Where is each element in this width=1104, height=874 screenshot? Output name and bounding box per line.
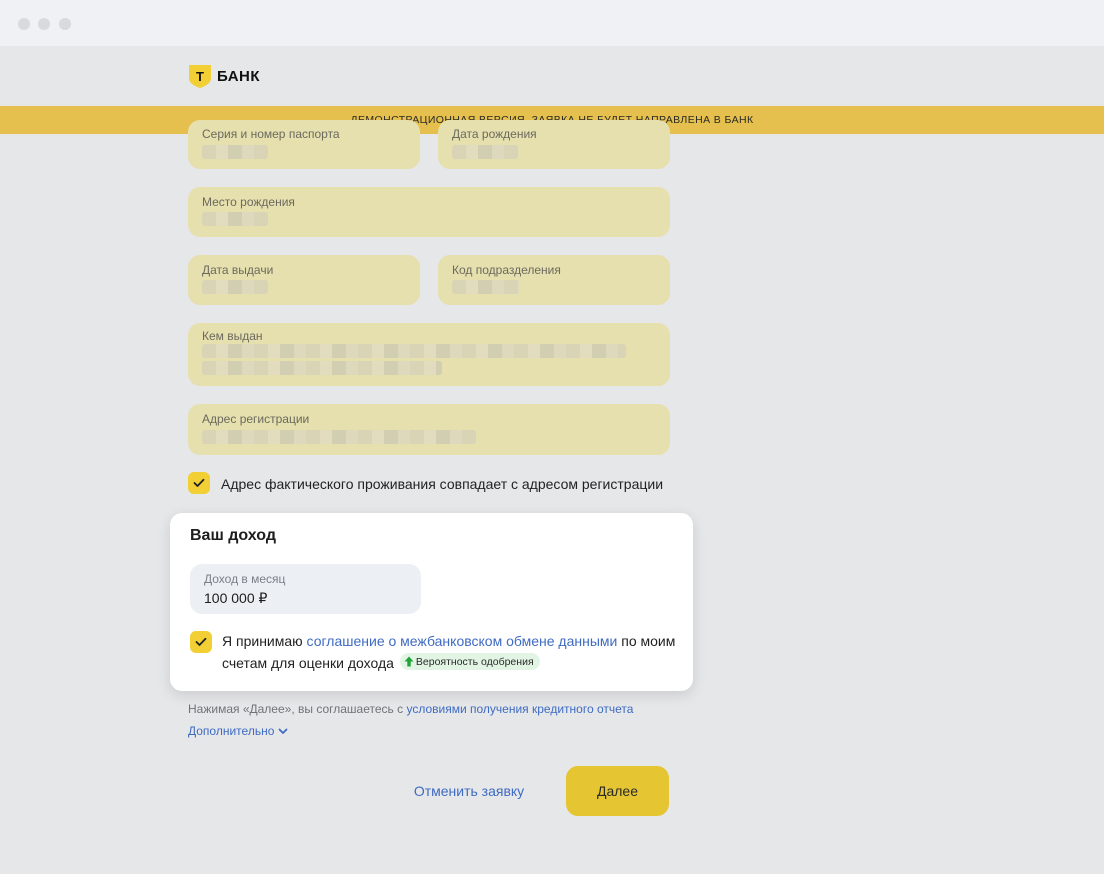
redacted-value	[452, 145, 518, 159]
redacted-value	[202, 145, 268, 159]
issued-by-label: Кем выдан	[202, 329, 263, 343]
checkmark-icon	[195, 637, 207, 646]
redacted-value	[202, 212, 268, 226]
redacted-value	[452, 280, 520, 294]
income-title: Ваш доход	[190, 527, 276, 544]
issued-by-field[interactable]: Кем выдан	[188, 323, 670, 386]
browser-chrome	[0, 0, 1104, 46]
issue-date-label: Дата выдачи	[202, 263, 274, 277]
more-label: Дополнительно	[188, 724, 275, 738]
registration-address-label: Адрес регистрации	[202, 412, 310, 426]
more-toggle[interactable]: Дополнительно	[188, 724, 288, 738]
redacted-value	[202, 280, 268, 294]
birth-place-label: Место рождения	[202, 195, 295, 209]
interbank-agreement-link[interactable]: соглашение о межбанковском обмене данным…	[307, 633, 618, 649]
checkmark-icon	[193, 478, 205, 487]
birth-date-label: Дата рождения	[452, 127, 537, 141]
issue-date-field[interactable]: Дата выдачи	[188, 255, 420, 305]
site-header: Т БАНК	[0, 46, 1104, 106]
monthly-income-label: Доход в месяц	[204, 572, 286, 586]
same-address-label: Адрес фактического проживания совпадает …	[221, 476, 664, 492]
redacted-value	[202, 344, 626, 358]
registration-address-field[interactable]: Адрес регистрации	[188, 404, 670, 455]
window-dot-minimize-icon[interactable]	[38, 18, 50, 30]
window-dot-maximize-icon[interactable]	[59, 18, 71, 30]
consent-text: Я принимаю соглашение о межбанковском об…	[222, 630, 682, 674]
arrow-up-icon	[404, 656, 414, 667]
cancel-application-button[interactable]: Отменить заявку	[398, 770, 540, 812]
approval-probability-badge: Вероятность одобрения	[399, 653, 540, 670]
bank-logo-text: БАНК	[217, 67, 261, 85]
shield-logo-icon: Т	[188, 64, 212, 88]
chevron-down-icon	[278, 728, 288, 734]
birth-date-field[interactable]: Дата рождения	[438, 120, 670, 169]
monthly-income-value: 100 000 ₽	[204, 590, 268, 606]
credit-report-note: Нажимая «Далее», вы соглашаетесь с услов…	[188, 702, 633, 716]
redacted-value	[202, 430, 476, 444]
redacted-value	[202, 361, 442, 375]
consent-checkbox[interactable]	[190, 631, 212, 653]
bank-logo[interactable]: Т БАНК	[188, 64, 260, 88]
next-button[interactable]: Далее	[566, 766, 669, 816]
consent-prefix: Я принимаю	[222, 633, 307, 649]
division-code-field[interactable]: Код подразделения	[438, 255, 670, 305]
division-code-label: Код подразделения	[452, 263, 561, 277]
income-card: Ваш доход Доход в месяц 100 000 ₽ Я прин…	[170, 513, 693, 691]
passport-series-field[interactable]: Серия и номер паспорта	[188, 120, 420, 169]
birth-place-field[interactable]: Место рождения	[188, 187, 670, 237]
passport-series-label: Серия и номер паспорта	[202, 127, 340, 141]
monthly-income-input[interactable]: Доход в месяц 100 000 ₽	[190, 564, 421, 614]
approval-probability-label: Вероятность одобрения	[415, 655, 534, 668]
window-dot-close-icon[interactable]	[18, 18, 30, 30]
credit-report-terms-link[interactable]: условиями получения кредитного отчета	[406, 702, 633, 716]
note-prefix: Нажимая «Далее», вы соглашаетесь с	[188, 702, 407, 716]
svg-text:Т: Т	[196, 69, 204, 84]
same-address-checkbox[interactable]	[188, 472, 210, 494]
